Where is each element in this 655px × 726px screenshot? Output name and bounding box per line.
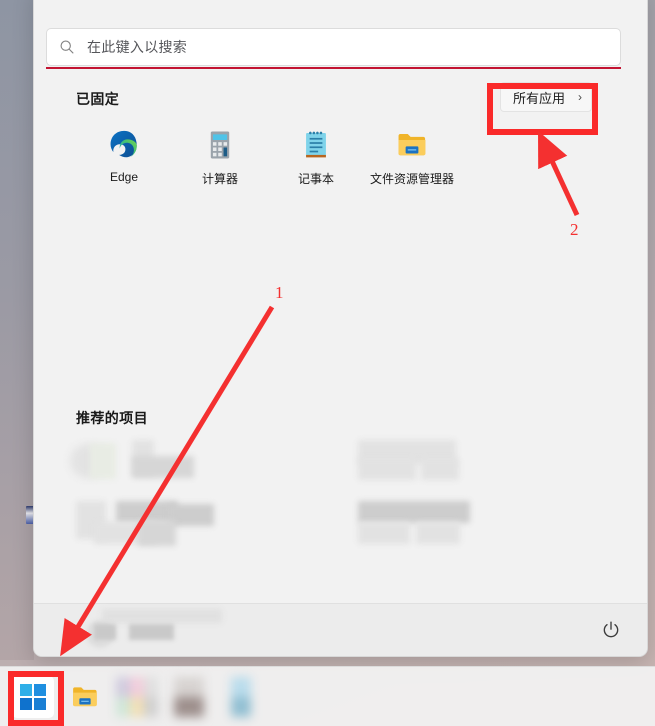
list-item[interactable]	[132, 456, 194, 478]
recommended-items-area	[70, 438, 621, 573]
pinned-app-file-explorer[interactable]: 文件资源管理器	[364, 128, 460, 187]
pinned-app-label: 文件资源管理器	[369, 172, 454, 186]
search-underline-accent	[46, 67, 621, 69]
taskbar-start-button[interactable]	[12, 675, 54, 718]
pinned-app-notepad[interactable]: 记事本	[268, 128, 364, 187]
list-item[interactable]	[416, 522, 460, 544]
search-placeholder-text: 在此键入以搜索	[87, 39, 188, 55]
taskbar-app-4[interactable]	[168, 676, 210, 718]
account-name-redacted	[102, 609, 222, 623]
blurred-app-icon	[231, 676, 251, 717]
pinned-section-title: 已固定	[76, 91, 120, 107]
search-input[interactable]: 在此键入以搜索	[46, 28, 621, 66]
calculator-icon	[210, 131, 230, 159]
screenshot-root: 在此键入以搜索 已固定 所有应用 › Edge 计算器 记事本 文件资源管理器 …	[0, 0, 655, 726]
blurred-app-icon	[174, 676, 204, 717]
all-apps-button[interactable]: 所有应用 ›	[500, 82, 593, 112]
search-icon	[60, 40, 74, 54]
annotation-number-1: 1	[275, 283, 284, 302]
taskbar	[0, 666, 655, 726]
list-item[interactable]	[138, 520, 176, 546]
windows-logo-icon	[20, 683, 46, 710]
taskbar-file-explorer-button[interactable]	[64, 676, 106, 718]
chevron-right-icon: ›	[578, 90, 583, 104]
blurred-app-icon	[116, 676, 158, 717]
all-apps-label: 所有应用	[513, 90, 566, 106]
account-redacted-block	[129, 624, 174, 640]
pinned-app-label: Edge	[109, 170, 139, 184]
power-button[interactable]	[597, 616, 625, 644]
annotation-number-2: 2	[570, 220, 579, 239]
desktop-left-strip	[0, 0, 34, 660]
account-redacted-block	[94, 624, 116, 640]
list-item[interactable]	[421, 458, 459, 480]
list-item[interactable]	[90, 443, 116, 479]
list-item[interactable]	[358, 522, 410, 544]
power-icon	[603, 621, 619, 638]
list-item[interactable]	[358, 501, 470, 523]
start-menu-bottom-bar	[34, 603, 647, 656]
pinned-app-edge[interactable]: Edge	[76, 128, 172, 187]
pinned-app-label: 计算器	[201, 172, 238, 186]
notepad-icon	[306, 131, 326, 158]
recommended-section-title: 推荐的项目	[76, 410, 148, 426]
list-item[interactable]	[358, 458, 416, 480]
pinned-apps-grid: Edge 计算器 记事本 文件资源管理器	[76, 128, 616, 187]
taskbar-app-5[interactable]	[220, 676, 262, 718]
pinned-app-calculator[interactable]: 计算器	[172, 128, 268, 187]
file-explorer-icon	[73, 686, 97, 706]
pinned-app-label: 记事本	[297, 172, 334, 186]
start-menu-panel: 在此键入以搜索 已固定 所有应用 › Edge 计算器 记事本 文件资源管理器 …	[33, 0, 648, 657]
edge-icon	[110, 130, 137, 159]
file-explorer-icon	[398, 134, 426, 156]
search-box-wrapper: 在此键入以搜索	[46, 28, 621, 69]
taskbar-app-3[interactable]	[116, 676, 158, 718]
